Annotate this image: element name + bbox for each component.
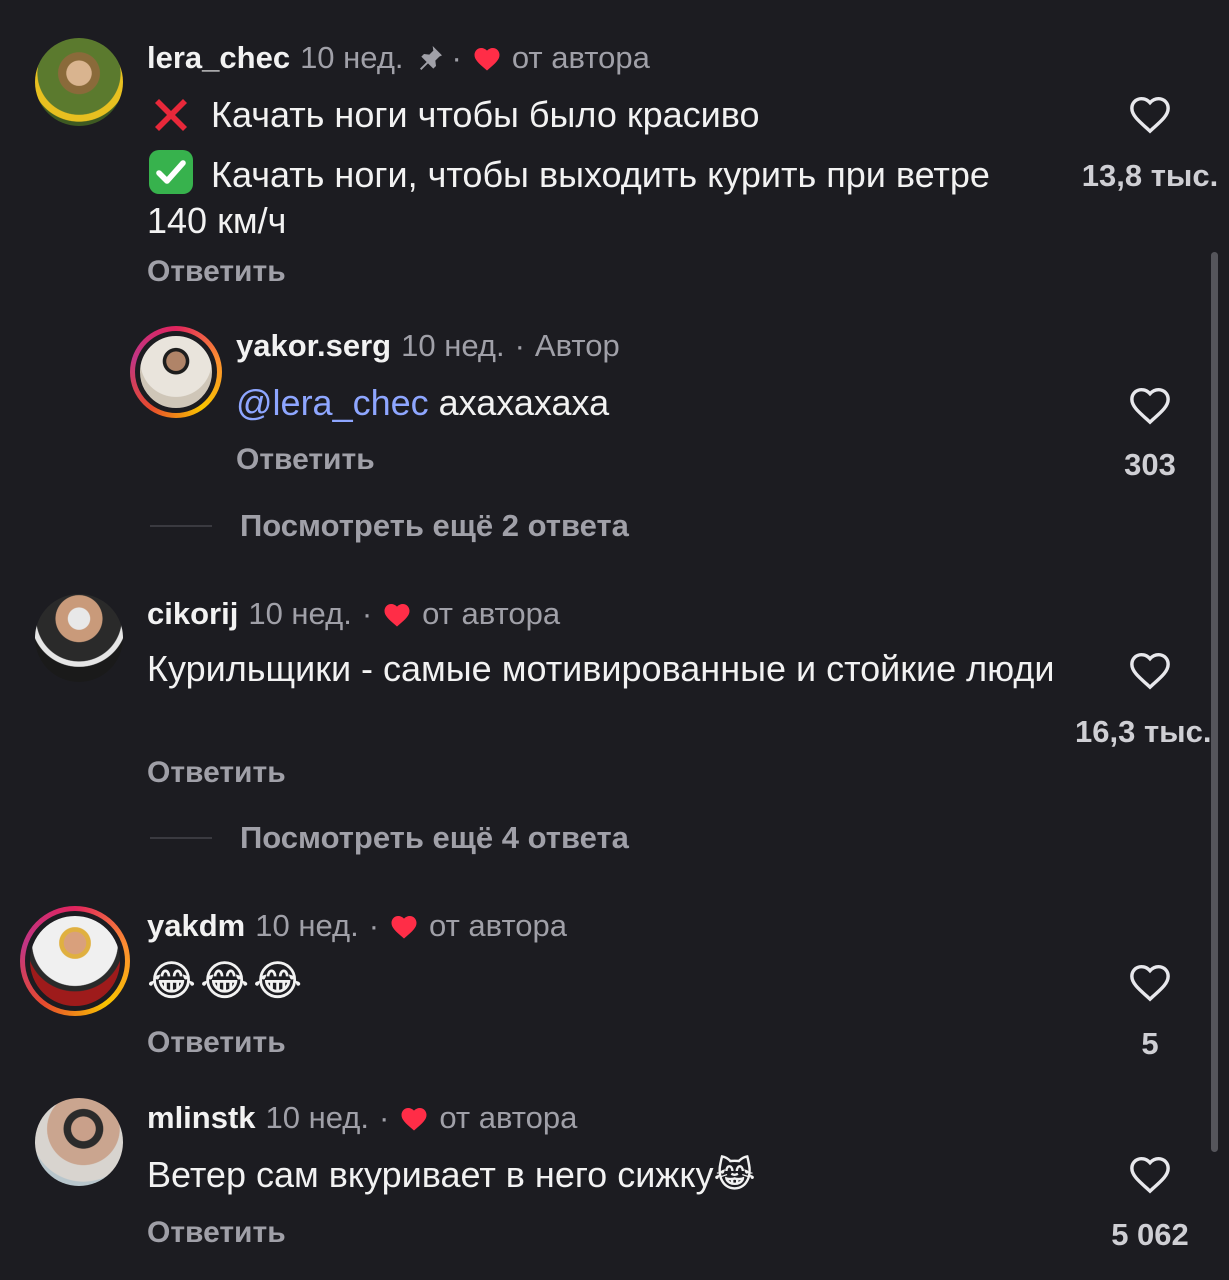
timestamp: 10 нед. bbox=[255, 908, 359, 943]
reply-button[interactable]: Ответить bbox=[236, 443, 375, 477]
heart-outline-icon[interactable] bbox=[1127, 960, 1173, 1002]
like-count: 5 bbox=[1141, 1026, 1159, 1061]
comment-meta: mlinstk 10 нед. · от автора bbox=[147, 1100, 577, 1136]
view-more-replies-label: Посмотреть ещё 4 ответа bbox=[240, 820, 629, 855]
like-count: 16,3 тыс. bbox=[1075, 714, 1212, 749]
scrollbar[interactable] bbox=[1211, 252, 1218, 1152]
mention-link[interactable]: @lera_chec bbox=[236, 382, 429, 423]
cross-mark-icon bbox=[155, 99, 187, 131]
comment-body: ахахахаха bbox=[438, 382, 610, 423]
timestamp: 10 нед. bbox=[300, 40, 404, 75]
reply-button[interactable]: Ответить bbox=[147, 1216, 286, 1250]
reply-button[interactable]: Ответить bbox=[147, 756, 286, 790]
avatar[interactable] bbox=[20, 906, 130, 1016]
heart-outline-icon[interactable] bbox=[1127, 1152, 1173, 1194]
comment-meta: yakdm 10 нед. · от автора bbox=[147, 908, 567, 944]
view-more-replies-button[interactable]: Посмотреть ещё 4 ответа bbox=[150, 820, 629, 856]
comment-line-1: Качать ноги чтобы было красиво bbox=[211, 94, 760, 135]
view-more-replies-label: Посмотреть ещё 2 ответа bbox=[240, 508, 629, 543]
divider bbox=[150, 837, 212, 839]
pin-icon bbox=[419, 46, 442, 70]
comment-meta: yakor.serg 10 нед. · Автор bbox=[236, 328, 620, 364]
view-more-replies-button[interactable]: Посмотреть ещё 2 ответа bbox=[150, 508, 629, 544]
reply-button[interactable]: Ответить bbox=[147, 1026, 286, 1060]
heart-outline-icon[interactable] bbox=[1127, 92, 1173, 134]
comment-text: 😂😂😂 bbox=[147, 956, 307, 1005]
heart-outline-icon[interactable] bbox=[1127, 648, 1173, 690]
author-badge: Автор bbox=[534, 328, 620, 363]
username[interactable]: lera_chec bbox=[147, 40, 290, 76]
avatar[interactable] bbox=[35, 38, 123, 126]
check-mark-icon bbox=[149, 150, 193, 194]
reply-button[interactable]: Ответить bbox=[147, 255, 286, 289]
username[interactable]: mlinstk bbox=[147, 1100, 256, 1136]
avatar[interactable] bbox=[130, 326, 222, 418]
liked-by-author-label: от автора bbox=[511, 40, 650, 75]
comment-meta: cikorij 10 нед. · от автора bbox=[147, 596, 560, 632]
like-count: 303 bbox=[1124, 447, 1176, 482]
heart-filled-icon bbox=[391, 916, 417, 939]
comment-text: Качать ноги чтобы было красиво Качать но… bbox=[147, 92, 1047, 244]
separator: · bbox=[361, 596, 373, 631]
comment-text: Ветер сам вкуривает в него сижку😹 bbox=[147, 1154, 756, 1195]
like-count: 13,8 тыс. bbox=[1081, 158, 1219, 193]
heart-outline-icon[interactable] bbox=[1127, 383, 1173, 425]
comment-text: @lera_chec ахахахаха bbox=[236, 380, 609, 426]
username[interactable]: yakdm bbox=[147, 908, 245, 944]
heart-filled-icon bbox=[474, 48, 500, 71]
separator: · bbox=[379, 1100, 390, 1135]
liked-by-author-label: от автора bbox=[439, 1100, 578, 1135]
liked-by-author-label: от автора bbox=[429, 908, 568, 943]
divider bbox=[150, 525, 212, 527]
liked-by-author-label: от автора bbox=[422, 596, 561, 631]
avatar[interactable] bbox=[35, 594, 123, 682]
comment-text: Курильщики - самые мотивированные и стой… bbox=[147, 648, 1055, 689]
comment-meta: lera_chec 10 нед. · от автора bbox=[147, 40, 650, 76]
heart-filled-icon bbox=[384, 604, 410, 627]
username[interactable]: cikorij bbox=[147, 596, 238, 632]
timestamp: 10 нед. bbox=[265, 1100, 370, 1135]
timestamp: 10 нед. bbox=[248, 596, 352, 631]
comment-line-2: Качать ноги, чтобы выходить курить при в… bbox=[147, 154, 990, 241]
timestamp: 10 нед. bbox=[401, 328, 505, 363]
like-count: 5 062 bbox=[1111, 1217, 1189, 1252]
separator: · bbox=[514, 328, 525, 363]
comments-page: lera_chec 10 нед. · от автора Качать ног… bbox=[0, 0, 1229, 1280]
heart-filled-icon bbox=[401, 1108, 427, 1131]
separator: · bbox=[368, 908, 380, 943]
separator: · bbox=[451, 40, 462, 75]
username[interactable]: yakor.serg bbox=[236, 328, 391, 364]
avatar[interactable] bbox=[35, 1098, 123, 1186]
